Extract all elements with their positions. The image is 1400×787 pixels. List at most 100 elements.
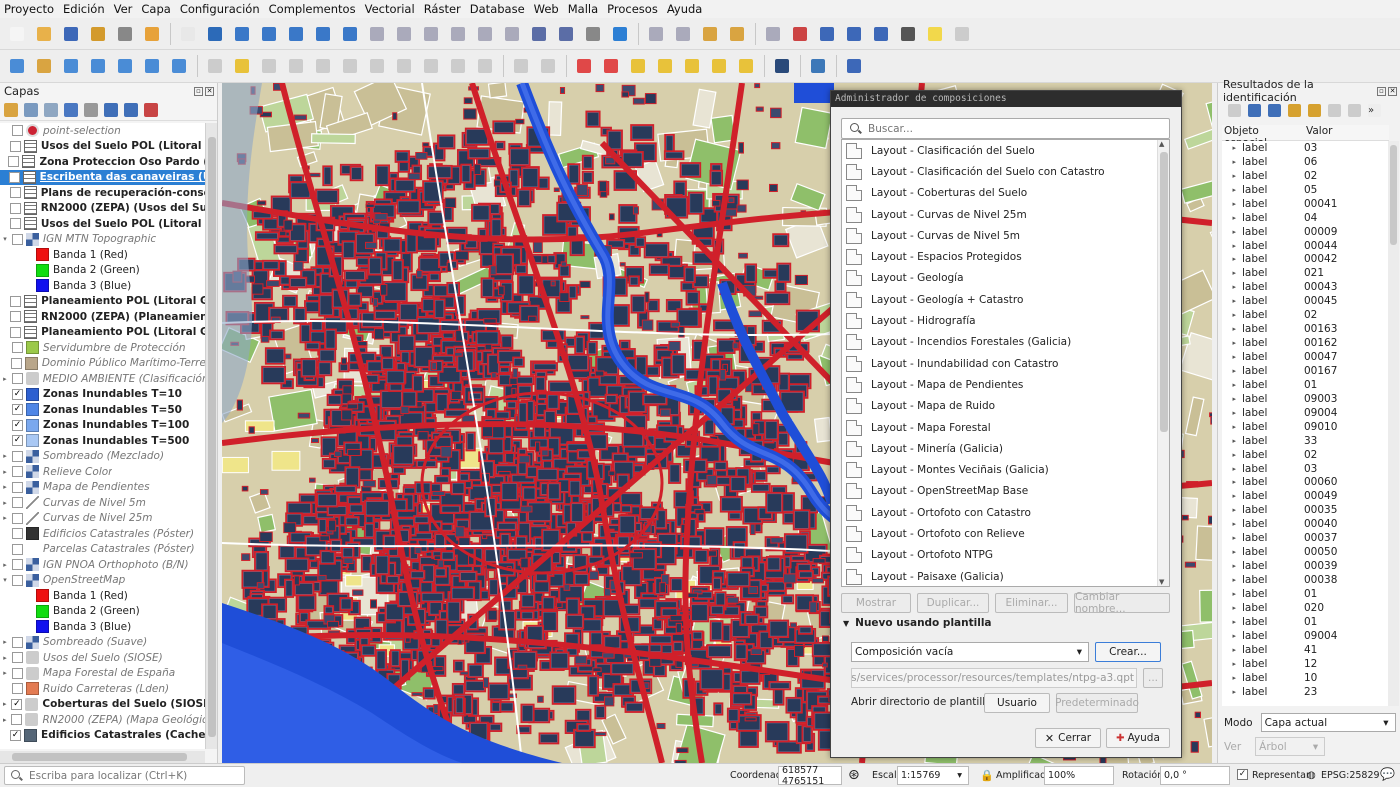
menu-item-1[interactable]: Edición — [59, 2, 109, 16]
bookmark-icon[interactable] — [528, 23, 550, 45]
render-checkbox[interactable]: ✓ — [1237, 769, 1248, 780]
layer-row[interactable]: Banda 1 (Red) — [0, 247, 205, 263]
layer-row[interactable]: Banda 2 (Green) — [0, 604, 205, 620]
expand-arrow-icon[interactable]: ▸ — [1222, 562, 1236, 570]
identify-row[interactable]: ▸ label 00037 — [1222, 531, 1389, 545]
scroll-up-icon[interactable]: ▲ — [1159, 140, 1164, 148]
scale-combo[interactable]: 1:15769 ▾ — [897, 766, 969, 785]
identify-row[interactable]: ▸ label 06 — [1222, 155, 1389, 169]
zoom-full-icon[interactable] — [285, 23, 307, 45]
layer-row[interactable]: Escribenta das canaveiras (Usos del Suel… — [0, 169, 205, 185]
save-as-icon[interactable] — [87, 23, 109, 45]
identify-row[interactable]: ▸ label 00162 — [1222, 336, 1389, 350]
layer-visibility-checkbox[interactable] — [12, 233, 23, 245]
identify-row[interactable]: ▸ label 00038 — [1222, 573, 1389, 587]
identify-row[interactable]: ▸ label 00041 — [1222, 197, 1389, 211]
expand-arrow-icon[interactable]: ▸ — [1222, 172, 1236, 180]
label-abc-red-icon[interactable] — [600, 55, 622, 77]
layout-list-item[interactable]: Layout - Ortofoto NTPG — [842, 545, 1169, 566]
expand-arrow-icon[interactable]: ▸ — [1222, 325, 1236, 333]
layer-row[interactable]: ▸ Mapa Forestal de España — [0, 666, 205, 682]
layout-list-item[interactable]: Layout - OpenStreetMap Base — [842, 481, 1169, 502]
filter-icon[interactable] — [64, 102, 78, 117]
expand-arrow-icon[interactable]: ▸ — [1222, 367, 1236, 375]
expand-arrow-icon[interactable]: ▸ — [0, 638, 10, 646]
layer-visibility-checkbox[interactable] — [12, 481, 23, 493]
identify-row[interactable]: ▸ label 01 — [1222, 587, 1389, 601]
pan-icon[interactable] — [177, 23, 199, 45]
layer-visibility-checkbox[interactable]: ✓ — [12, 404, 23, 416]
identify-row[interactable]: ▸ label 41 — [1222, 643, 1389, 657]
layer-row[interactable]: ▸ Sombreado (Suave) — [0, 635, 205, 651]
zoom-in-icon[interactable] — [231, 23, 253, 45]
label-toolbar-icon[interactable] — [510, 55, 532, 77]
identify-row[interactable]: ▸ label 00167 — [1222, 364, 1389, 378]
expand-arrow-icon[interactable]: ▸ — [1222, 437, 1236, 445]
expand-arrow-icon[interactable]: ▸ — [1222, 353, 1236, 361]
layer-row[interactable]: Ruido Carreteras (Lden) — [0, 681, 205, 697]
expand-arrow-icon[interactable]: ▸ — [1222, 283, 1236, 291]
layout-list-item[interactable]: Layout - Incendios Forestales (Galicia) — [842, 332, 1169, 353]
expand-tree-icon[interactable] — [1248, 103, 1261, 117]
layout-list-item[interactable]: Layout - Geología — [842, 268, 1169, 289]
layer-row[interactable]: point-selection — [0, 123, 205, 139]
layer-visibility-checkbox[interactable]: ✓ — [10, 729, 22, 741]
identify-row[interactable]: ▸ label 03 — [1222, 462, 1389, 476]
temporal-icon[interactable] — [501, 23, 523, 45]
rename-button[interactable]: Cambiar nombre... — [1074, 591, 1170, 615]
pan-to-selection-icon[interactable] — [204, 23, 226, 45]
layer-row[interactable]: ▸ IGN PNOA Orthophoto (B/N) — [0, 557, 205, 573]
help-button[interactable]: ✚ Ayuda — [1106, 728, 1170, 748]
expand-arrow-icon[interactable]: ▸ — [1222, 451, 1236, 459]
processing-icon[interactable] — [816, 23, 838, 45]
more-icon[interactable]: » — [1368, 103, 1381, 117]
layer-visibility-checkbox[interactable] — [12, 652, 23, 664]
layer-row[interactable]: ▸ RN2000 (ZEPA) (Mapa Geológico — [0, 712, 205, 728]
expand-arrow-icon[interactable]: ▸ — [0, 468, 10, 476]
expand-arrow-icon[interactable]: ▸ — [1222, 200, 1236, 208]
identify-row[interactable]: ▸ label 00044 — [1222, 239, 1389, 253]
layer-row[interactable]: ▸ Relieve Color — [0, 464, 205, 480]
layout-list-item[interactable]: Layout - Mapa de Ruido — [842, 396, 1169, 417]
add-spatialite-icon[interactable] — [87, 55, 109, 77]
expand-arrow-icon[interactable]: ▸ — [1222, 646, 1236, 654]
zoom-layer-icon[interactable] — [339, 23, 361, 45]
identify-scrollbar[interactable] — [1388, 141, 1399, 706]
layout-list-item[interactable]: Layout - Ortofoto con Relieve — [842, 523, 1169, 544]
current-edits-icon[interactable] — [204, 55, 226, 77]
expand-arrow-icon[interactable]: ▸ — [1222, 269, 1236, 277]
add-raster-icon[interactable] — [33, 55, 55, 77]
label-show-hide-icon[interactable] — [654, 55, 676, 77]
layer-row[interactable]: Parcelas Catastrales (Póster) — [0, 542, 205, 558]
style-layer-icon[interactable] — [4, 102, 18, 117]
menu-item-2[interactable]: Ver — [110, 2, 137, 16]
layer-visibility-checkbox[interactable] — [11, 714, 23, 726]
expand-arrow-icon[interactable]: ▸ — [1222, 409, 1236, 417]
layer-visibility-checkbox[interactable] — [12, 342, 23, 354]
layer-row[interactable]: Plans de recuperación-conservación — [0, 185, 205, 201]
layer-visibility-checkbox[interactable] — [9, 202, 21, 214]
crs-button[interactable]: EPSG:25829 — [1321, 770, 1380, 781]
menu-item-5[interactable]: Complementos — [265, 2, 360, 16]
deselect-icon[interactable] — [699, 23, 721, 45]
menu-item-6[interactable]: Vectorial — [361, 2, 419, 16]
attribute-table-icon[interactable] — [789, 23, 811, 45]
zoom-last-icon[interactable] — [393, 23, 415, 45]
layer-row[interactable]: Banda 3 (Blue) — [0, 278, 205, 294]
show-bookmarks-icon[interactable] — [555, 23, 577, 45]
identify-tree[interactable]: ▸ label 03 ▸ label 06 ▸ label 02 ▸ label 05 ▸ label 00… — [1222, 141, 1389, 706]
identify-row[interactable]: ▸ label 09004 — [1222, 629, 1389, 643]
layer-row[interactable]: ✓ Zonas Inundables T=50 — [0, 402, 205, 418]
layer-row[interactable]: ▸ Curvas de Nivel 25m — [0, 511, 205, 527]
expand-arrow-icon[interactable]: ▸ — [1222, 590, 1236, 598]
paste-icon[interactable] — [420, 55, 442, 77]
layer-row[interactable]: ▸ MEDIO AMBIENTE (Clasificación — [0, 371, 205, 387]
identify-row[interactable]: ▸ label 00039 — [1222, 559, 1389, 573]
user-dir-button[interactable]: Usuario — [984, 693, 1050, 713]
identify-row[interactable]: ▸ label 04 — [1222, 211, 1389, 225]
copy-icon[interactable] — [1328, 103, 1341, 117]
layer-row[interactable]: Banda 2 (Green) — [0, 263, 205, 279]
layer-visibility-checkbox[interactable] — [8, 156, 20, 168]
expand-arrow-icon[interactable]: ▸ — [1222, 186, 1236, 194]
layer-row[interactable]: ▸ Usos del Suelo (SIOSE) — [0, 650, 205, 666]
